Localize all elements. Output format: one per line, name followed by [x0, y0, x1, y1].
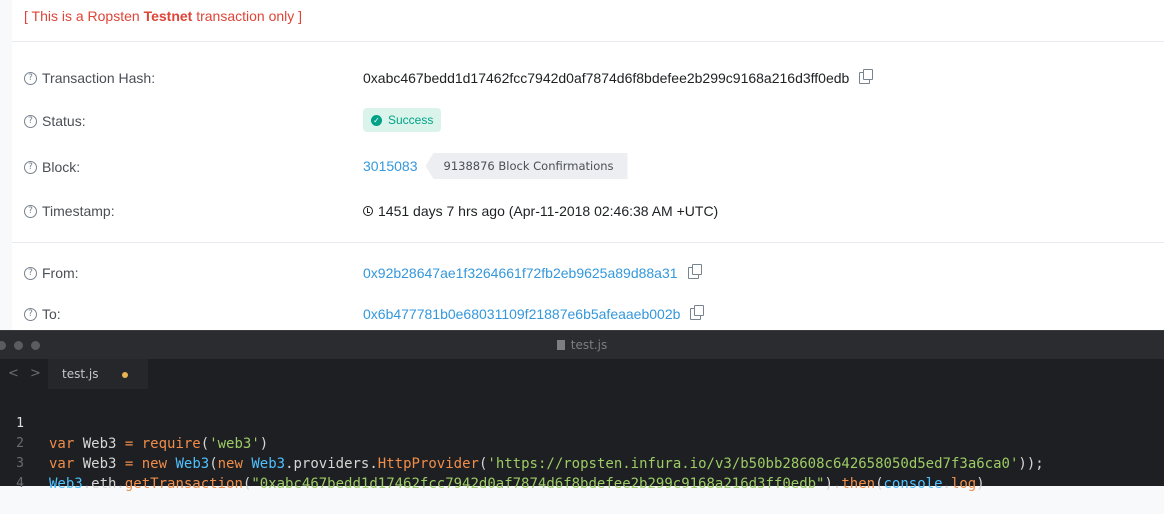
divider — [12, 242, 1164, 243]
explorer-panel: [ This is a Ropsten Testnet transaction … — [0, 0, 1164, 330]
transaction-hash-value: 0xabc467bedd1d17462fcc7942d0af7874d6f8bd… — [363, 69, 874, 86]
status-value: ✓ Success — [363, 108, 442, 132]
code-area[interactable]: 1 var Web3 = require('web3') 2 var Web3 … — [0, 394, 1164, 492]
forward-arrow-icon[interactable]: > — [30, 366, 41, 381]
copy-icon[interactable] — [859, 69, 874, 84]
divider — [12, 41, 1164, 42]
help-icon[interactable]: ? — [24, 266, 37, 280]
tab-label: test.js — [62, 367, 99, 381]
window-titlebar: test.js — [0, 330, 1164, 359]
help-icon[interactable]: ? — [24, 160, 37, 174]
transaction-card: [ This is a Ropsten Testnet transaction … — [12, 0, 1164, 330]
unsaved-dot-icon[interactable] — [122, 372, 128, 378]
code-line: 3 Web3.eth.getTransaction("0xabc467bedd1… — [0, 434, 1164, 492]
block-confirmations-badge: 9138876 Block Confirmations — [425, 153, 628, 179]
tab-bar: < > test.js — [0, 359, 1164, 389]
code-line: 2 var Web3 = new Web3(new Web3.providers… — [0, 414, 1164, 472]
copy-icon[interactable] — [690, 305, 705, 320]
timestamp-label: ? Timestamp: — [24, 203, 115, 219]
back-arrow-icon[interactable]: < — [8, 366, 19, 381]
help-icon[interactable]: ? — [24, 204, 37, 218]
code-editor-window: test.js < > test.js 1 var Web3 = require… — [0, 330, 1164, 492]
code-line: 4 — [0, 454, 1164, 491]
transaction-hash-label: ? Transaction Hash: — [24, 70, 155, 86]
code-text: Web3.eth.getTransaction("0xabc467bedd1d1… — [49, 476, 985, 492]
block-value: 3015083 9138876 Block Confirmations — [363, 153, 628, 179]
from-label: ? From: — [24, 265, 79, 281]
code-line: 1 var Web3 = require('web3') — [0, 394, 1164, 452]
block-label: ? Block: — [24, 159, 80, 175]
check-circle-icon: ✓ — [371, 114, 382, 126]
file-icon — [556, 340, 565, 350]
to-label: ? To: — [24, 306, 61, 322]
status-badge: ✓ Success — [363, 108, 442, 132]
help-icon[interactable]: ? — [24, 114, 37, 128]
block-number-link[interactable]: 3015083 — [363, 158, 418, 174]
tab-test-js[interactable]: test.js — [48, 359, 148, 389]
clock-icon — [363, 206, 373, 216]
to-address-link[interactable]: 0x6b477781b0e68031109f21887e6b5afeaaeb00… — [363, 306, 680, 322]
from-value: 0x92b28647ae1f3264661f72fb2eb9625a89d88a… — [363, 264, 702, 281]
window-title: test.js — [0, 338, 1164, 352]
status-label: ? Status: — [24, 113, 86, 129]
line-number: 4 — [16, 476, 24, 491]
help-icon[interactable]: ? — [24, 307, 37, 321]
testnet-notice: [ This is a Ropsten Testnet transaction … — [24, 8, 303, 24]
help-icon[interactable]: ? — [24, 71, 37, 85]
timestamp-value: 1451 days 7 hrs ago (Apr-11-2018 02:46:3… — [363, 203, 718, 219]
from-address-link[interactable]: 0x92b28647ae1f3264661f72fb2eb9625a89d88a… — [363, 265, 678, 281]
to-value: 0x6b477781b0e68031109f21887e6b5afeaaeb00… — [363, 305, 705, 322]
copy-icon[interactable] — [687, 264, 702, 279]
